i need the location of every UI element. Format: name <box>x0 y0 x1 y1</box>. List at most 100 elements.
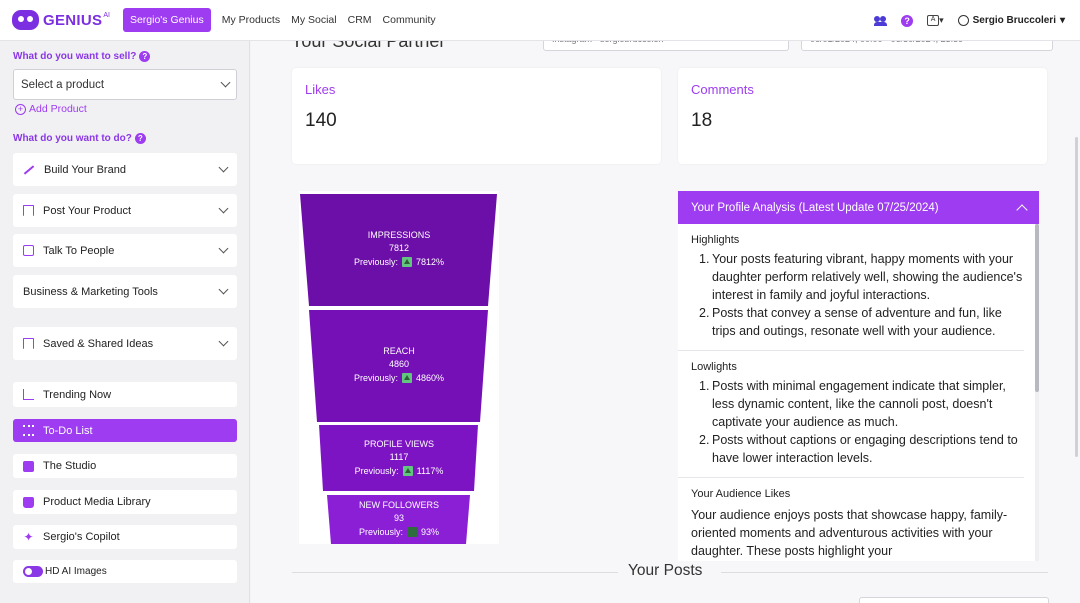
sidebar-item-label: Talk To People <box>43 244 115 257</box>
pencil-icon <box>23 164 35 175</box>
funnel-previous: Previously: 93% <box>359 527 439 537</box>
sidebar-item-trending-now[interactable]: Trending Now <box>13 382 237 407</box>
logo-ai-superscript: AI <box>103 11 110 19</box>
page-scrollbar[interactable] <box>1075 137 1078 457</box>
funnel-label-impressions: IMPRESSIONS 7812 Previously: 7812% <box>299 230 499 267</box>
comments-value: 18 <box>691 110 713 131</box>
sidebar: What do you want to sell? ? Select a pro… <box>0 41 250 603</box>
sidebar-item-label: Build Your Brand <box>44 163 126 176</box>
user-menu[interactable]: Sergio Bruccoleri ▾ <box>957 15 1065 26</box>
genius-logo[interactable]: GENIUS AI <box>12 10 110 30</box>
robot-icon <box>12 10 39 30</box>
sell-label: What do you want to sell? ? <box>13 51 151 62</box>
nav-crm[interactable]: CRM <box>348 14 372 26</box>
nav-sergios-genius[interactable]: Sergio's Genius <box>122 8 211 32</box>
funnel-title: PROFILE VIEWS <box>363 439 434 449</box>
nav-my-social[interactable]: My Social <box>291 14 337 26</box>
funnel-value: 7812 <box>388 243 410 253</box>
help-icon[interactable]: ? <box>139 51 151 62</box>
add-product-label: Add Product <box>29 103 87 115</box>
help-icon[interactable]: ? <box>901 14 914 27</box>
funnel-label-new-followers: NEW FOLLOWERS 93 Previously: 93% <box>299 500 499 537</box>
sidebar-item-studio[interactable]: The Studio <box>13 454 237 478</box>
funnel-value: 93 <box>393 513 404 523</box>
funnel-title: REACH <box>383 346 415 356</box>
add-product-link[interactable]: + Add Product <box>15 103 87 115</box>
profile-analysis-header[interactable]: Your Profile Analysis (Latest Update 07/… <box>678 191 1039 224</box>
date-range-filter[interactable]: 06/01/2024, 00:00 - 06/30/2024, 23:59 <box>801 41 1053 51</box>
chevron-down-icon <box>218 284 229 295</box>
bookmark-icon <box>23 205 34 216</box>
sidebar-item-post-product[interactable]: Post Your Product <box>13 194 237 227</box>
arrow-up-icon <box>401 373 412 383</box>
bookmark-icon <box>23 338 34 349</box>
audience-likes-title: Your Audience Likes <box>691 488 791 500</box>
sell-label-text: What do you want to sell? <box>13 51 137 62</box>
nav-my-products[interactable]: My Products <box>222 14 280 26</box>
funnel-label-reach: REACH 4860 Previously: 4860% <box>299 346 499 383</box>
sidebar-item-label: Sergio's Copilot <box>43 531 120 543</box>
chat-icon <box>23 245 34 256</box>
arrow-up-icon <box>401 257 412 267</box>
page-title: Your Social Partner <box>291 41 446 51</box>
sidebar-item-label: Product Media Library <box>43 496 151 508</box>
list-icon <box>23 425 34 436</box>
comments-card: Comments 18 <box>678 68 1047 164</box>
account-filter[interactable]: Instagram - sergiobruccoleri <box>543 41 789 51</box>
comments-label: Comments <box>691 82 754 97</box>
previous-label: Previously: <box>353 257 398 267</box>
audience-likes-text: Your audience enjoys posts that showcase… <box>691 508 1008 558</box>
users-icon[interactable] <box>874 15 888 26</box>
funnel-title: NEW FOLLOWERS <box>358 500 439 510</box>
product-select[interactable]: Select a product <box>13 69 237 100</box>
sidebar-item-build-brand[interactable]: Build Your Brand <box>13 153 237 186</box>
funnel-value: 4860 <box>388 359 410 369</box>
lowlights-title: Lowlights <box>691 361 737 373</box>
list-item: 2. Posts that convey a sense of adventure… <box>699 306 1002 338</box>
your-posts-heading: Your Posts <box>251 562 1080 582</box>
do-label: What do you want to do? ? <box>13 133 146 144</box>
sidebar-item-media-library[interactable]: Product Media Library <box>13 490 237 514</box>
profile-analysis-panel: Your Profile Analysis (Latest Update 07/… <box>678 191 1039 561</box>
sidebar-item-label: The Studio <box>43 460 97 472</box>
analysis-scrollbar-thumb[interactable] <box>1035 224 1039 392</box>
sidebar-item-talk-to-people[interactable]: Talk To People <box>13 234 237 267</box>
nav-community[interactable]: Community <box>383 14 436 26</box>
product-select-value: Select a product <box>21 78 105 91</box>
profile-analysis-title: Your Profile Analysis (Latest Update 07/… <box>691 201 939 214</box>
status-square-icon <box>407 527 417 537</box>
logo-text: GENIUS <box>43 11 103 29</box>
arrow-up-icon <box>402 466 413 476</box>
sidebar-item-copilot[interactable]: ✦ Sergio's Copilot <box>13 525 237 549</box>
previous-label: Previously: <box>358 527 403 537</box>
sparkle-icon: ✦ <box>23 529 34 544</box>
previous-value: 93% <box>421 527 440 537</box>
previous-value: 7812% <box>415 257 445 267</box>
sidebar-item-todo-list[interactable]: To-Do List <box>13 419 237 442</box>
posts-filter-input[interactable] <box>859 597 1049 603</box>
sidebar-item-business-tools[interactable]: Business & Marketing Tools <box>13 275 237 308</box>
chevron-down-icon <box>218 203 229 214</box>
list-item: 1. Your posts featuring vibrant, happy mo… <box>699 252 1023 302</box>
sidebar-item-label: HD AI Images <box>45 566 107 577</box>
bag-icon <box>23 496 34 508</box>
highlights-title: Highlights <box>691 234 740 246</box>
sidebar-item-hd-images: HD AI Images <box>13 560 237 583</box>
hd-images-toggle[interactable] <box>23 566 43 577</box>
funnel-chart: IMPRESSIONS 7812 Previously: 7812% REACH… <box>299 191 499 544</box>
previous-value: 1117% <box>416 466 444 476</box>
help-icon[interactable]: ? <box>134 133 146 144</box>
main-content: Your Social Partner Instagram - sergiobr… <box>251 41 1080 603</box>
previous-label: Previously: <box>354 466 399 476</box>
funnel-value: 1117 <box>389 452 409 462</box>
sidebar-item-label: Trending Now <box>43 388 112 401</box>
sidebar-item-label: Business & Marketing Tools <box>23 285 158 298</box>
likes-card: Likes 140 <box>292 68 661 164</box>
translate-icon[interactable]: A ▾ <box>927 15 944 26</box>
chevron-up-icon[interactable] <box>1016 203 1028 216</box>
chevron-down-icon <box>218 243 229 254</box>
sidebar-item-saved-ideas[interactable]: Saved & Shared Ideas <box>13 327 237 360</box>
user-name: Sergio Bruccoleri <box>972 15 1056 26</box>
profile-analysis-body[interactable]: Highlights 1. Your posts featuring vibran… <box>678 224 1024 561</box>
image-icon <box>23 460 34 472</box>
